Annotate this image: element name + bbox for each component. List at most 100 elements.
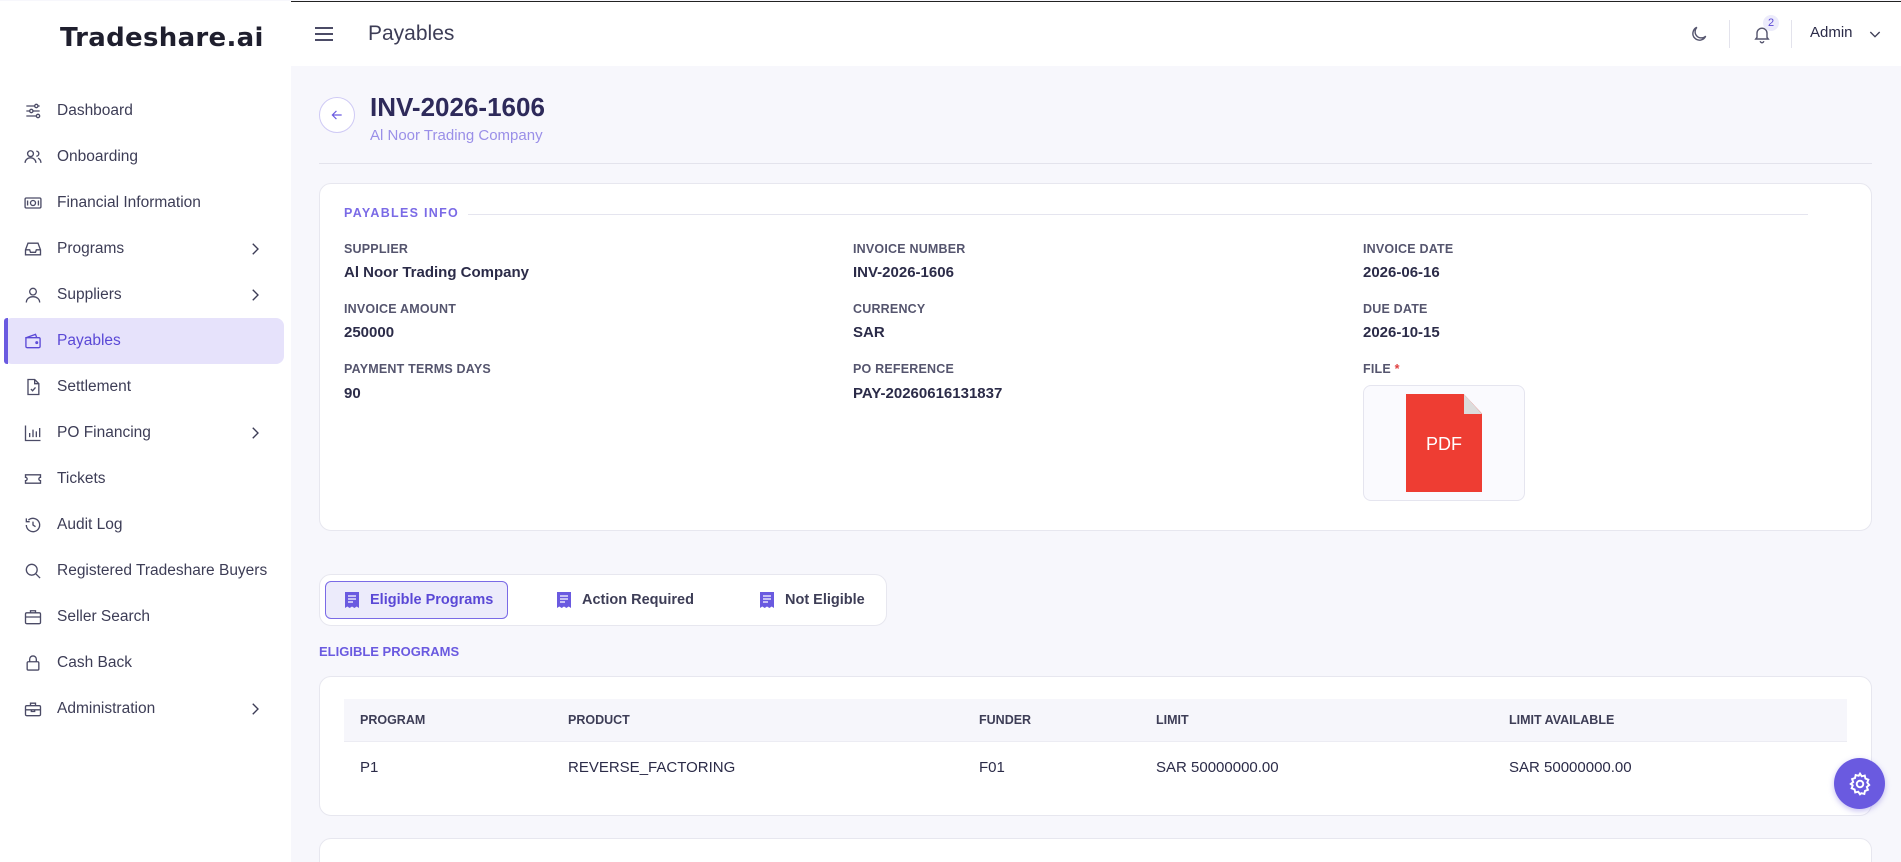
sidebar-item-audit-log[interactable]: Audit Log (4, 502, 284, 548)
programs-table: PROGRAM PRODUCT FUNDER LIMIT LIMIT AVAIL… (319, 676, 1872, 816)
po-reference-value: PAY-20260616131837 (853, 385, 1003, 402)
sidebar-item-onboarding[interactable]: Onboarding (4, 134, 284, 180)
payables-info-card: PAYABLES INFO SUPPLIER Al Noor Trading C… (319, 183, 1872, 531)
supplier-value: Al Noor Trading Company (344, 264, 530, 281)
header-divider (319, 163, 1872, 164)
sidebar-item-label: Tickets (57, 470, 106, 487)
invoice-amount-label: INVOICE AMOUNT (344, 302, 457, 316)
sidebar-item-administration[interactable]: Administration (4, 686, 284, 732)
currency-value: SAR (853, 324, 885, 341)
pdf-fold (1464, 394, 1482, 414)
table-cell-funder: F01 (979, 759, 1005, 776)
bar-chart-icon (22, 422, 44, 444)
page-title: Payables (368, 22, 455, 45)
tab-label: Eligible Programs (370, 592, 494, 608)
chevron-right-icon[interactable] (246, 700, 264, 718)
tab-not-eligible[interactable]: Not Eligible (741, 581, 881, 619)
invoice-amount-value: 250000 (344, 324, 395, 341)
sidebar-item-label: Programs (57, 240, 125, 257)
section-title: PAYABLES INFO (344, 206, 460, 220)
sidebar-nav: Dashboard Onboarding Financial Informati… (4, 88, 284, 732)
moon-icon[interactable] (1689, 24, 1709, 44)
column-header[interactable]: LIMIT AVAILABLE (1509, 713, 1614, 727)
tab-action-required[interactable]: Action Required (538, 581, 718, 619)
sidebar-item-registered-buyers[interactable]: Registered Tradeshare Buyers (4, 548, 284, 594)
invoice-number-label: INVOICE NUMBER (853, 242, 966, 256)
search-icon (22, 560, 44, 582)
topbar: Payables 2 Admin (291, 1, 1901, 66)
sidebar-item-label: PO Financing (57, 424, 151, 441)
app-logo[interactable]: Tradeshare.ai (60, 23, 264, 53)
tab-label: Not Eligible (785, 592, 865, 608)
gear-icon (1848, 771, 1871, 796)
table-cell-product: REVERSE_FACTORING (568, 759, 736, 776)
topbar-divider (1729, 20, 1730, 48)
receipt-icon (759, 591, 775, 609)
chevron-right-icon[interactable] (246, 424, 264, 442)
briefcase-icon (22, 606, 44, 628)
user-menu[interactable]: Admin (1810, 24, 1853, 41)
table-cell-limit-available: SAR 50000000.00 (1509, 759, 1632, 776)
hamburger-menu-icon[interactable] (313, 24, 335, 44)
sidebar-item-financial-information[interactable]: Financial Information (4, 180, 284, 226)
topbar-divider (1791, 20, 1792, 48)
sidebar-item-label: Seller Search (57, 608, 151, 625)
lock-icon (22, 652, 44, 674)
table-header: PROGRAM PRODUCT FUNDER LIMIT LIMIT AVAIL… (344, 699, 1847, 742)
sidebar-item-label: Registered Tradeshare Buyers (57, 562, 268, 579)
sidebar-item-label: Settlement (57, 378, 132, 395)
file-preview[interactable]: PDF (1363, 385, 1525, 501)
po-reference-label: PO REFERENCE (853, 362, 955, 376)
program-tabs: Eligible Programs Action Required Not El… (319, 574, 887, 626)
currency-label: CURRENCY (853, 302, 926, 316)
users-icon (22, 146, 44, 168)
settings-fab[interactable] (1834, 758, 1885, 809)
sidebar-item-payables[interactable]: Payables (4, 318, 284, 364)
file-label-text: FILE (1363, 362, 1391, 376)
next-card (319, 838, 1872, 862)
notification-badge: 2 (1763, 15, 1779, 31)
sidebar-item-dashboard[interactable]: Dashboard (4, 88, 284, 134)
invoice-title: INV-2026-1606 (370, 92, 545, 122)
sidebar-item-label: Financial Information (57, 194, 201, 211)
due-date-label: DUE DATE (1363, 302, 1428, 316)
user-icon (22, 284, 44, 306)
sidebar-item-suppliers[interactable]: Suppliers (4, 272, 284, 318)
sidebar-item-cash-back[interactable]: Cash Back (4, 640, 284, 686)
due-date-value: 2026-10-15 (1363, 324, 1440, 341)
table-cell-limit: SAR 50000000.00 (1156, 759, 1279, 776)
tab-eligible-programs[interactable]: Eligible Programs (325, 581, 508, 619)
chevron-down-icon[interactable] (1867, 26, 1883, 42)
sidebar-item-label: Audit Log (57, 516, 123, 533)
invoice-number-value: INV-2026-1606 (853, 264, 954, 281)
toolbox-icon (22, 698, 44, 720)
file-check-icon (22, 376, 44, 398)
ticket-icon (22, 468, 44, 490)
wallet-icon (22, 330, 44, 352)
table-cell-program: P1 (360, 759, 379, 776)
cash-icon (22, 192, 44, 214)
sidebar-item-label: Cash Back (57, 654, 132, 671)
company-subtitle: Al Noor Trading Company (370, 127, 543, 144)
inbox-icon (22, 238, 44, 260)
back-button[interactable] (319, 97, 355, 133)
sidebar-item-label: Payables (57, 332, 121, 349)
sidebar-item-tickets[interactable]: Tickets (4, 456, 284, 502)
history-icon (22, 514, 44, 536)
section-divider (468, 214, 1808, 215)
column-header[interactable]: PROGRAM (360, 713, 425, 727)
sidebar-item-seller-search[interactable]: Seller Search (4, 594, 284, 640)
eligible-programs-heading: ELIGIBLE PROGRAMS (319, 644, 460, 659)
sidebar-item-label: Onboarding (57, 148, 139, 165)
sliders-icon (22, 100, 44, 122)
sidebar-item-po-financing[interactable]: PO Financing (4, 410, 284, 456)
invoice-date-value: 2026-06-16 (1363, 264, 1440, 281)
chevron-right-icon[interactable] (246, 240, 264, 258)
sidebar-item-programs[interactable]: Programs (4, 226, 284, 272)
chevron-right-icon[interactable] (246, 286, 264, 304)
column-header[interactable]: PRODUCT (568, 713, 630, 727)
column-header[interactable]: FUNDER (979, 713, 1031, 727)
column-header[interactable]: LIMIT (1156, 713, 1189, 727)
receipt-icon (344, 591, 360, 609)
sidebar-item-settlement[interactable]: Settlement (4, 364, 284, 410)
